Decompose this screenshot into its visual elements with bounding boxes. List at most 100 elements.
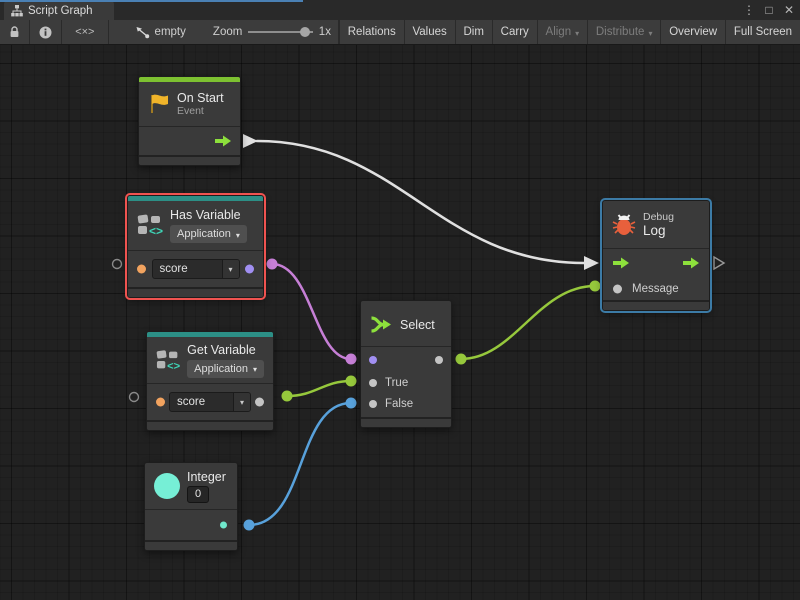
window-controls: ⋮ □ ✕ [742,0,796,20]
get-variable-unconnected-input-open-circle-icon[interactable] [130,393,139,402]
maximize-icon[interactable]: □ [762,3,776,17]
zoom-label: Zoom [213,26,242,38]
node-has-variable[interactable]: <> Has Variable Application ▾ score ▾ [127,195,264,298]
focused-panel-highlight [0,0,303,2]
debug-log-unconnected-output-hollow-triangle-icon[interactable] [714,257,724,269]
toolbar-button-overview[interactable]: Overview [661,20,725,44]
toolbar-button-align[interactable]: Align▾ [538,20,588,44]
has-variable-unconnected-input-open-circle-icon[interactable] [113,260,122,269]
script-graph-window: Script Graph ⋮ □ ✕ <×> [0,0,800,600]
caret-down-icon: ▾ [233,393,250,411]
caret-down-icon: ▾ [253,365,257,374]
control-output-port[interactable] [682,257,700,269]
message-row: Message [603,277,709,300]
node-subtitle: Debug [643,211,674,223]
wire-on-start-to-debug-log[interactable] [257,141,584,263]
true-row: True [361,372,451,393]
node-integer[interactable]: Integer 0 [144,462,238,551]
graph-hierarchy-icon [11,5,23,17]
integer-output-port[interactable] [220,522,227,529]
toolbar-button-relations[interactable]: Relations [340,20,404,44]
node-on-start[interactable]: On Start Event [138,76,241,166]
zoom-slider[interactable] [248,31,312,33]
variable-name-dropdown[interactable]: score ▾ [152,259,240,279]
wire-select-to-debug-message[interactable] [461,286,595,359]
wire-endpoint [346,398,357,409]
selection-empty-label: empty [155,26,186,38]
caret-down-icon: ▾ [648,29,652,38]
message-label: Message [632,283,679,295]
wire-has-variable-to-select-condition[interactable] [272,264,351,359]
node-title: Get Variable [187,343,264,357]
zoom-slider-knob[interactable] [300,27,310,37]
kebab-menu-icon[interactable]: ⋮ [742,3,756,17]
toolbar-button-carry[interactable]: Carry [493,20,537,44]
control-output-row [139,127,240,155]
control-row [603,249,709,277]
control-input-port[interactable] [612,257,630,269]
wire-endpoint [346,354,357,365]
lock-button[interactable] [0,20,29,44]
toolbar-button-distribute[interactable]: Distribute▾ [588,20,661,44]
wire-endpoint [456,354,467,365]
code-brackets-icon: <×> [75,26,94,38]
node-title: Has Variable [170,208,247,222]
node-subtitle: Event [177,105,224,117]
tab-strip: Script Graph ⋮ □ ✕ [0,0,800,20]
condition-input-port[interactable] [369,356,377,364]
bug-icon [612,213,636,237]
svg-text:<>: <> [149,224,163,237]
integer-type-icon [154,473,180,499]
variables-icon: <> [137,214,163,237]
tab-script-graph[interactable]: Script Graph [4,1,114,20]
result-output-port[interactable] [245,265,254,274]
false-row: False [361,393,451,414]
variable-scope-dropdown[interactable]: Application ▾ [187,360,264,378]
false-label: False [385,398,413,410]
control-output-port[interactable] [214,135,232,147]
false-input-port[interactable] [369,400,377,408]
select-merge-icon [370,316,393,333]
toolbar-button-values[interactable]: Values [404,20,454,44]
variable-name-dropdown[interactable]: score ▾ [169,392,251,412]
name-input-port[interactable] [156,398,165,407]
caret-down-icon: ▾ [236,231,240,240]
variable-name-row: score ▾ [147,384,273,420]
node-footer [361,417,451,427]
toolbar-button-fullscreen[interactable]: Full Screen [726,20,800,44]
svg-text:<>: <> [167,360,180,372]
wire-endpoint [267,259,278,270]
wire-arrowhead [243,134,258,148]
selection-indicator: empty [127,20,194,44]
lock-icon [9,26,20,38]
node-footer [128,287,263,297]
node-footer [147,420,273,430]
selection-output-port[interactable] [435,356,443,364]
value-output-port[interactable] [255,398,264,407]
info-icon [39,26,52,39]
wire-endpoint [346,376,357,387]
name-input-port[interactable] [137,265,146,274]
wire-get-variable-to-select-true[interactable] [287,381,351,396]
node-select[interactable]: Select True False [360,300,452,428]
true-input-port[interactable] [369,379,377,387]
graph-toolbar: <×> empty Zoom 1x Relations Values Dim C… [0,20,800,45]
edit-graph-button[interactable]: <×> [61,20,108,44]
node-title: Log [643,223,674,238]
graph-canvas[interactable]: On Start Event <> [0,45,800,600]
toolbar-button-dim[interactable]: Dim [455,20,491,44]
info-button[interactable] [30,20,61,44]
node-debug-log[interactable]: Debug Log Message [602,200,710,311]
variable-scope-dropdown[interactable]: Application ▾ [170,225,247,243]
node-title: Integer [187,470,226,484]
node-get-variable[interactable]: <> Get Variable Application ▾ score ▾ [146,331,274,431]
integer-value-field[interactable]: 0 [187,486,209,503]
integer-output-row [145,510,237,540]
wire-arrowhead [584,256,599,270]
node-footer [145,540,237,550]
caret-down-icon: ▾ [222,260,239,278]
caret-down-icon: ▾ [575,29,579,38]
close-icon[interactable]: ✕ [782,3,796,17]
message-input-port[interactable] [613,284,622,293]
variables-icon: <> [156,349,180,372]
